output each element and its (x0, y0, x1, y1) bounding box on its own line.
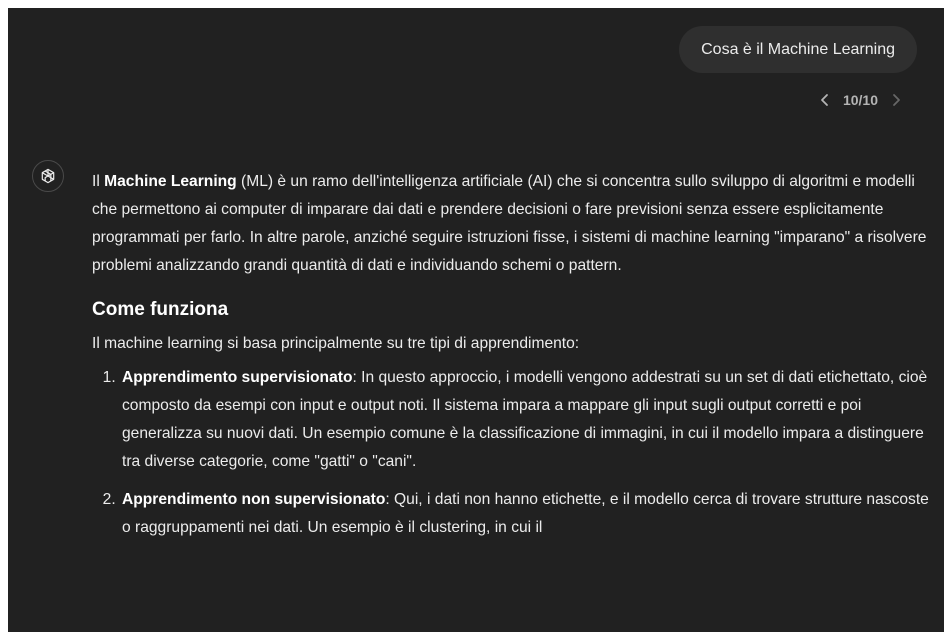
previous-response-button[interactable] (817, 90, 833, 110)
chevron-right-icon (893, 94, 900, 106)
chevron-left-icon (821, 94, 828, 106)
user-message-bubble: Cosa è il Machine Learning (679, 26, 917, 73)
openai-logo-icon (41, 168, 55, 184)
list-item: Apprendimento non supervisionato: Qui, i… (120, 486, 934, 542)
section-lead: Il machine learning si basa principalmen… (92, 335, 580, 352)
list-item: Apprendimento supervisionato: In questo … (120, 364, 934, 476)
intro-paragraph: Il Machine Learning (ML) è un ramo dell'… (92, 168, 934, 280)
learning-types-list: Apprendimento supervisionato: In questo … (92, 364, 934, 542)
list-item-title: Apprendimento non supervisionato (122, 491, 386, 508)
screenshot-frame: Cosa è il Machine Learning 10/10 Il Mach… (0, 0, 944, 632)
response-pager: 10/10 (817, 88, 904, 112)
assistant-response: Il Machine Learning (ML) è un ramo dell'… (92, 168, 934, 552)
assistant-avatar (32, 160, 64, 192)
list-item-title: Apprendimento supervisionato (122, 369, 353, 386)
chat-thread[interactable]: Cosa è il Machine Learning 10/10 Il Mach… (8, 8, 944, 632)
section-heading: Come funziona (92, 299, 229, 320)
intro-term: Machine Learning (104, 173, 237, 190)
intro-prefix: Il (92, 173, 105, 190)
response-count: 10/10 (842, 92, 878, 108)
user-message-text: Cosa è il Machine Learning (701, 41, 895, 58)
next-response-button[interactable] (888, 90, 904, 110)
